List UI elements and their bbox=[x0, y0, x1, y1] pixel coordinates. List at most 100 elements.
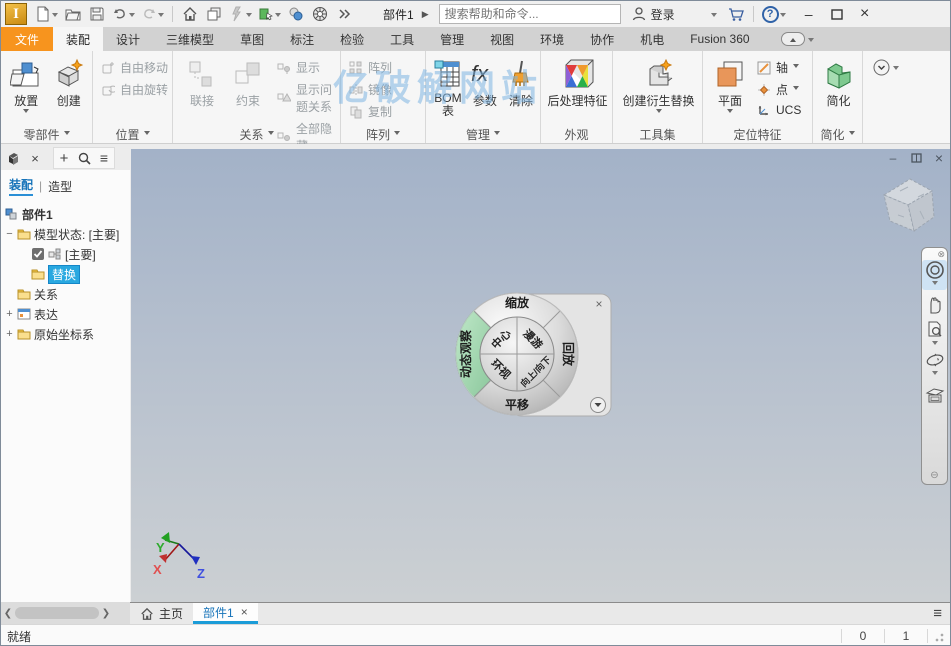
axis-button[interactable]: 轴 bbox=[757, 59, 801, 76]
tab-3d-model[interactable]: 三维模型 bbox=[153, 27, 227, 51]
wheel-pan-label[interactable]: 平移 bbox=[505, 397, 529, 412]
tab-part1[interactable]: 部件1 × bbox=[193, 603, 258, 624]
chevron-down-icon[interactable] bbox=[931, 371, 938, 378]
rename-field[interactable]: 替换 bbox=[48, 264, 81, 284]
derive-button[interactable]: 创建衍生替换 bbox=[619, 56, 698, 116]
navbar-look-at-button[interactable] bbox=[922, 380, 947, 410]
point-button[interactable]: 点 bbox=[757, 81, 801, 98]
tab-home[interactable]: 主页 bbox=[130, 603, 193, 624]
parameters-button[interactable]: fx 参数 bbox=[468, 56, 502, 118]
group-label-components[interactable]: 零部件 bbox=[1, 126, 92, 142]
ribbon-collapse-circle-button[interactable] bbox=[873, 59, 899, 76]
view-cube[interactable] bbox=[870, 171, 942, 239]
tab-collaborate[interactable]: 协作 bbox=[577, 27, 627, 51]
browser-search-button[interactable] bbox=[74, 148, 94, 168]
tab-manage[interactable]: 管理 bbox=[427, 27, 477, 51]
more-commands-button[interactable] bbox=[333, 3, 355, 25]
wheel-orbit-label[interactable]: 动态观察 bbox=[458, 329, 473, 378]
group-label-pattern[interactable]: 阵列 bbox=[341, 126, 425, 142]
create-button[interactable]: 创建 bbox=[50, 56, 89, 116]
chevron-down-icon[interactable] bbox=[931, 281, 938, 288]
viewport[interactable]: – × ⊗ ⊖ × 缩放 平移 动态观察 回放 中心 漫游 环视 向上/向下 Y… bbox=[131, 149, 950, 602]
browser-tab-assembly[interactable]: 装配 bbox=[9, 176, 34, 196]
tree-node-primary[interactable]: [主要] bbox=[5, 244, 128, 264]
group-label-simplify[interactable]: 简化 bbox=[813, 126, 862, 142]
tree-node-model-state[interactable]: − 模型状态: [主要] bbox=[5, 224, 128, 244]
tab-design[interactable]: 设计 bbox=[103, 27, 153, 51]
wheel-close-icon[interactable]: × bbox=[595, 297, 602, 311]
steering-wheel[interactable]: × 缩放 平移 动态观察 回放 中心 漫游 环视 向上/向下 bbox=[449, 288, 619, 430]
group-label-toolset[interactable]: 工具集 bbox=[613, 126, 702, 142]
wheel-rewind-label[interactable]: 回放 bbox=[561, 342, 576, 367]
doc-close-button[interactable]: × bbox=[932, 150, 946, 166]
navbar-close-button[interactable]: ⊗ bbox=[937, 250, 945, 260]
help-button[interactable]: ? bbox=[760, 3, 788, 25]
tab-fusion360[interactable]: Fusion 360 bbox=[677, 27, 762, 51]
place-button[interactable]: 放置 bbox=[7, 56, 46, 116]
post-feature-button[interactable]: 后处理特征 bbox=[547, 56, 608, 109]
scroll-left-icon[interactable]: ❮ bbox=[3, 608, 13, 619]
tab-list-menu-button[interactable]: ≡ bbox=[933, 603, 942, 624]
update-button[interactable] bbox=[227, 3, 254, 25]
login-button[interactable]: 登录 bbox=[631, 6, 675, 23]
tree-node-origin[interactable]: + 原始坐标系 bbox=[5, 324, 128, 344]
tree-node-substitute[interactable]: 替换 bbox=[5, 264, 128, 284]
wheel-zoom-label[interactable]: 缩放 bbox=[505, 295, 530, 310]
browser-menu-button[interactable]: ≡ bbox=[94, 148, 114, 168]
scrollbar-thumb[interactable] bbox=[15, 607, 99, 619]
free-move-button[interactable]: 自由移动 bbox=[101, 59, 172, 76]
group-label-work-features[interactable]: 定位特征 bbox=[703, 126, 812, 142]
doc-minimize-button[interactable]: – bbox=[886, 151, 900, 165]
tab-sketch[interactable]: 草图 bbox=[227, 27, 277, 51]
tab-assembly[interactable]: 装配 bbox=[53, 27, 104, 51]
maximize-button[interactable] bbox=[826, 4, 848, 24]
switch-windows-button[interactable] bbox=[203, 3, 225, 25]
save-button[interactable] bbox=[86, 3, 108, 25]
tab-environment[interactable]: 环境 bbox=[527, 27, 577, 51]
new-file-button[interactable] bbox=[33, 3, 60, 25]
tree-node-root[interactable]: 部件1 bbox=[5, 204, 128, 224]
pattern-button[interactable]: 阵列 bbox=[349, 59, 425, 76]
free-rotate-button[interactable]: 自由旋转 bbox=[101, 81, 172, 98]
ucs-button[interactable]: UCS bbox=[757, 103, 801, 117]
tab-tools[interactable]: 工具 bbox=[377, 27, 427, 51]
tab-mechatronics[interactable]: 机电 bbox=[627, 27, 677, 51]
search-input[interactable] bbox=[438, 4, 621, 24]
copy-button[interactable]: 复制 bbox=[349, 103, 425, 120]
clean-button[interactable]: 清除 bbox=[506, 56, 536, 118]
open-button[interactable] bbox=[62, 3, 84, 25]
plane-button[interactable]: 平面 bbox=[709, 56, 751, 117]
navbar-orbit-button[interactable] bbox=[922, 350, 947, 380]
navbar-zoom-button[interactable] bbox=[922, 320, 947, 350]
browser-cube-icon[interactable] bbox=[3, 148, 23, 168]
tab-annotate[interactable]: 标注 bbox=[277, 27, 327, 51]
expand-expander-icon[interactable]: + bbox=[5, 308, 14, 320]
group-label-appearance[interactable]: 外观 bbox=[541, 126, 612, 142]
store-button[interactable] bbox=[725, 3, 747, 25]
appearance-button[interactable] bbox=[309, 3, 331, 25]
scroll-right-icon[interactable]: ❯ bbox=[101, 608, 111, 619]
tab-view[interactable]: 视图 bbox=[477, 27, 527, 51]
tab-file[interactable]: 文件 bbox=[1, 27, 54, 51]
select-button[interactable] bbox=[256, 3, 283, 25]
wheel-menu-button[interactable] bbox=[590, 397, 606, 413]
resize-grip[interactable] bbox=[932, 630, 944, 642]
home-button[interactable] bbox=[179, 3, 201, 25]
close-button[interactable]: × bbox=[854, 4, 876, 24]
ribbon-collapse-button[interactable] bbox=[780, 27, 814, 51]
navbar-pan-button[interactable] bbox=[922, 290, 947, 320]
browser-hscrollbar[interactable]: ❮ ❯ bbox=[1, 602, 130, 624]
navbar-steering-wheel-button[interactable] bbox=[922, 260, 947, 290]
mirror-button[interactable]: 镜像 bbox=[349, 81, 425, 98]
browser-close-button[interactable]: × bbox=[25, 148, 45, 168]
browser-tab-model[interactable]: 造型 bbox=[48, 178, 72, 195]
simplify-button[interactable]: 简化 bbox=[819, 56, 858, 109]
bom-button[interactable]: BOM表 bbox=[432, 56, 464, 118]
redo-button[interactable] bbox=[139, 3, 166, 25]
tab-close-icon[interactable]: × bbox=[241, 605, 248, 619]
show-sick-relationships-button[interactable]: 显示问题关系 bbox=[277, 81, 340, 115]
chevron-down-icon[interactable] bbox=[931, 341, 938, 348]
tab-inspect[interactable]: 检验 bbox=[327, 27, 377, 51]
minimize-button[interactable]: – bbox=[798, 4, 820, 24]
chevron-down-icon[interactable] bbox=[710, 12, 717, 20]
